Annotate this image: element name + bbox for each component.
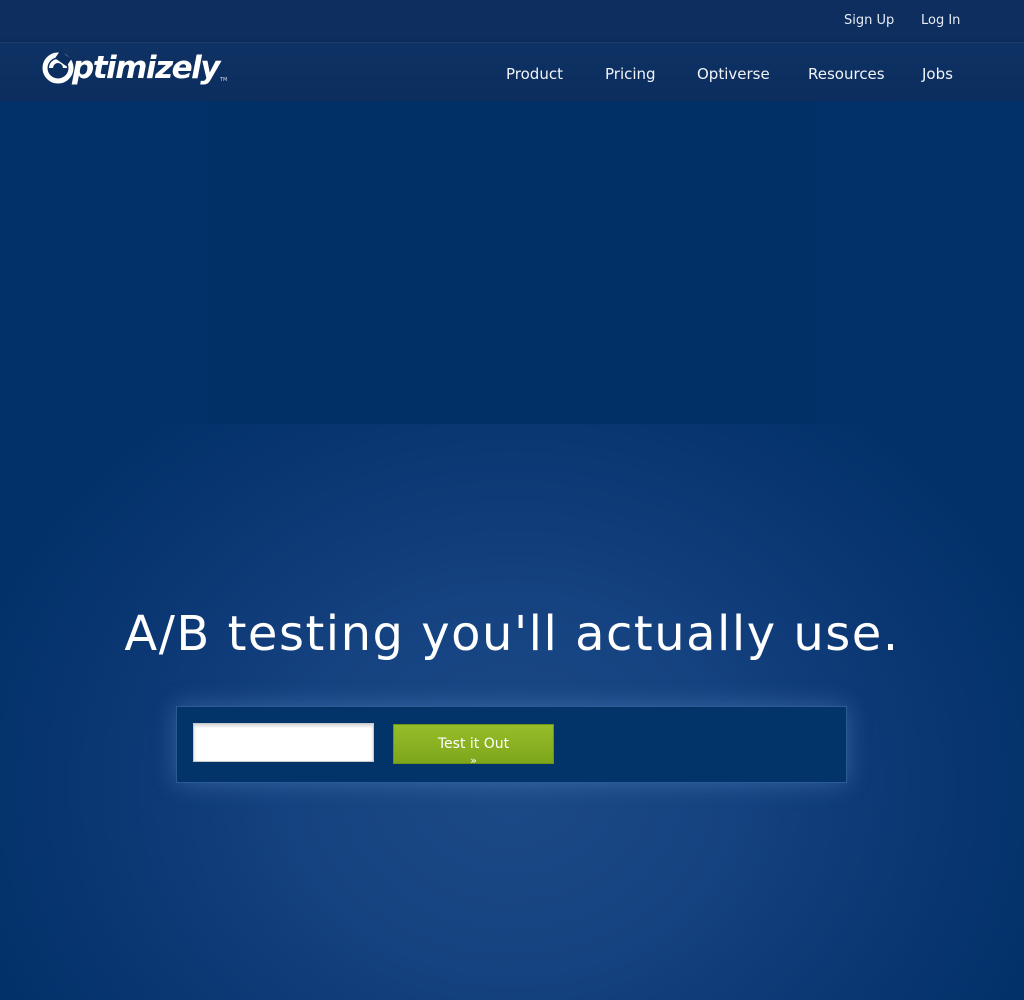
nav-item-pricing[interactable]: Pricing [605, 65, 656, 83]
hero-headline: A/B testing you'll actually use. [124, 606, 900, 662]
utility-bar: Sign Up Log In [0, 0, 1024, 43]
hero-media-area [208, 101, 816, 424]
signup-link[interactable]: Sign Up [844, 13, 894, 28]
test-it-out-button[interactable]: Test it Out » [393, 724, 554, 764]
logo-trademark: TM [219, 77, 228, 83]
logo-wordmark: ptimizely [72, 50, 220, 86]
test-url-form: Test it Out » [176, 706, 847, 783]
main-nav: ptimizely TM Product Pricing Optiverse R… [0, 43, 1024, 101]
nav-item-jobs[interactable]: Jobs [922, 65, 953, 83]
optimizely-o-logo-icon [42, 52, 74, 84]
optimizely-logo[interactable]: ptimizely TM [42, 47, 227, 89]
button-label: Test it Out [437, 736, 510, 752]
login-link[interactable]: Log In [921, 13, 960, 28]
arrow-icon: » [470, 754, 477, 764]
nav-item-product[interactable]: Product [506, 65, 563, 83]
nav-item-optiverse[interactable]: Optiverse [697, 65, 770, 83]
nav-item-resources[interactable]: Resources [808, 65, 885, 83]
url-input[interactable] [193, 723, 374, 762]
